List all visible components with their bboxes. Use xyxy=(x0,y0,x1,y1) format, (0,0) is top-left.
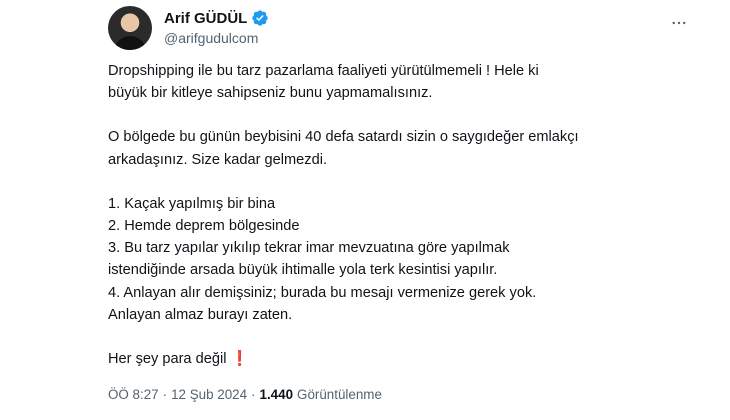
tweet-meta: ÖÖ 8:27 · 12 Şub 2024 · 1.440 Görüntülen… xyxy=(108,387,382,402)
tweet-paragraph: Dropshipping ile bu tarz pazarlama faali… xyxy=(108,60,708,104)
tweet-time[interactable]: ÖÖ 8:27 xyxy=(108,387,159,402)
meta-separator: · xyxy=(162,387,168,402)
tweet-line: büyük bir kitleye sahipseniz bunu yapmam… xyxy=(108,85,433,102)
tweet-line: 3. Bu tarz yapılar yıkılıp tekrar imar m… xyxy=(108,240,510,257)
tweet-paragraph: O bölgede bu günün beybisini 40 defa sat… xyxy=(108,126,708,170)
tweet-header: Arif GÜDÜL @arifgudulcom xyxy=(108,6,690,50)
tweet-line: 4. Anlayan alır demişsiniz; burada bu me… xyxy=(108,284,537,301)
tweet-closing-text: Her şey para değil xyxy=(108,351,231,368)
tweet-line: arkadaşınız. Size kadar gelmezdi. xyxy=(108,151,328,168)
tweet-date[interactable]: 12 Şub 2024 xyxy=(171,387,247,402)
author-name-row: Arif GÜDÜL xyxy=(164,9,269,27)
tweet-paragraph: 1. Kaçak yapılmış bir bina 2. Hemde depr… xyxy=(108,193,708,326)
tweet-closing-line: Her şey para değil ❗ xyxy=(108,348,708,370)
tweet-line: 2. Hemde deprem bölgesinde xyxy=(108,218,300,235)
tweet-paragraph: Her şey para değil ❗ xyxy=(108,348,708,370)
tweet-line: O bölgede bu günün beybisini 40 defa sat… xyxy=(108,129,579,146)
tweet-line: 1. Kaçak yapılmış bir bina xyxy=(108,195,276,212)
tweet-line: istendiğinde arsada büyük ihtimalle yola… xyxy=(108,262,498,279)
avatar[interactable] xyxy=(108,6,152,50)
views-label: Görüntülenme xyxy=(297,387,382,402)
exclamation-emoji-icon: ❗ xyxy=(230,351,249,368)
tweet-line: Anlayan almaz burayı zaten. xyxy=(108,306,293,323)
verified-badge-icon xyxy=(251,9,269,27)
more-options-icon[interactable] xyxy=(668,12,690,34)
meta-separator: · xyxy=(251,387,256,402)
tweet-card: Arif GÜDÜL @arifgudulcom Dropshipping il… xyxy=(0,0,730,420)
tweet-text: Dropshipping ile bu tarz pazarlama faali… xyxy=(108,60,708,370)
author-display-name[interactable]: Arif GÜDÜL xyxy=(164,10,247,27)
tweet-line: Dropshipping ile bu tarz pazarlama faali… xyxy=(108,63,539,79)
author-handle[interactable]: @arifgudulcom xyxy=(164,30,258,46)
views-count: 1.440 xyxy=(259,387,294,402)
